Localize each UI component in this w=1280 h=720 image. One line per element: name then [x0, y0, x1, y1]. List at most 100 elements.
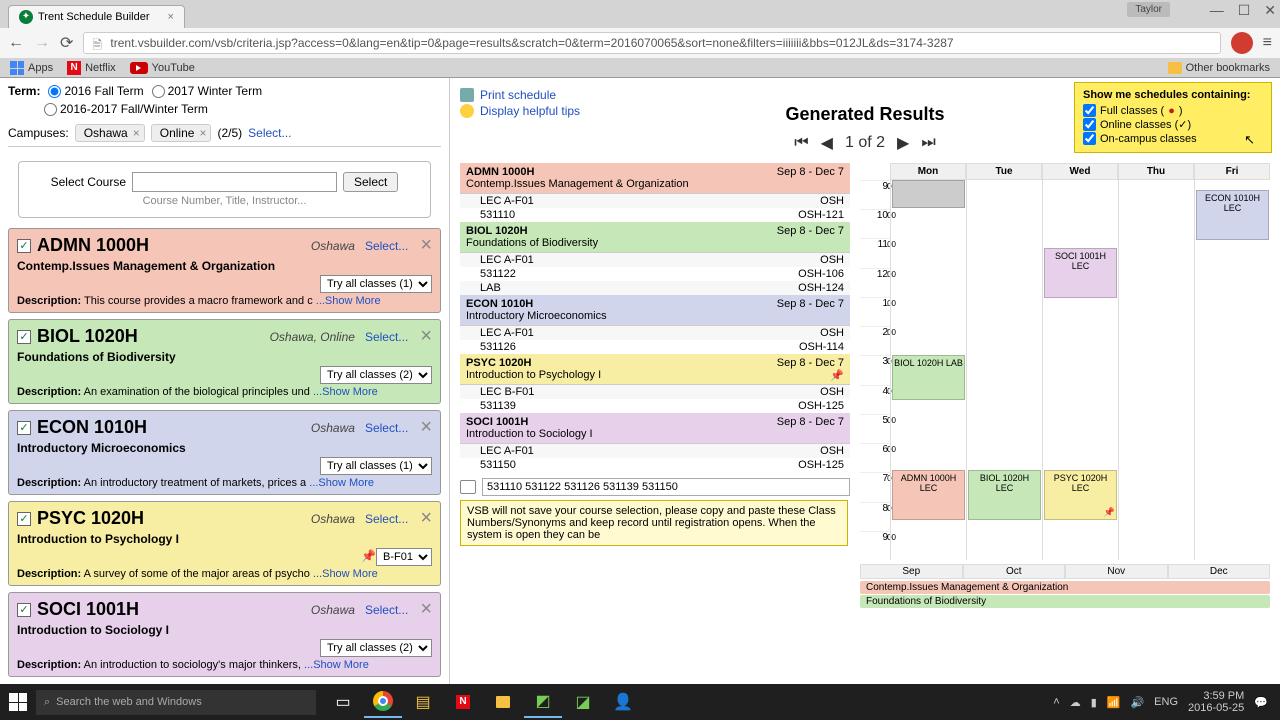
site-info-icon[interactable]: 🗎 — [92, 36, 106, 50]
tray-volume-icon[interactable]: 🔊 — [1130, 696, 1144, 709]
pager-prev-icon[interactable]: ◀ — [821, 133, 833, 153]
print-icon — [460, 88, 474, 102]
course-select-link[interactable]: Select... — [365, 603, 408, 617]
forward-button[interactable]: → — [34, 34, 50, 52]
taskbar-search[interactable]: ⌕Search the web and Windows — [36, 690, 316, 715]
taskbar-explorer[interactable]: ▤ — [404, 686, 442, 718]
schedule-block[interactable]: BIOL 1020HSep 8 - Dec 7 Foundations of B… — [460, 222, 850, 253]
show-more-link[interactable]: ...Show More — [313, 568, 378, 580]
course-checkbox[interactable]: ✓ — [17, 239, 31, 253]
tray-lang[interactable]: ENG — [1154, 696, 1178, 708]
pager-next-icon[interactable]: ▶ — [897, 133, 909, 153]
tray-cloud-icon[interactable]: ☁ — [1070, 696, 1081, 709]
remove-campus-icon[interactable]: × — [199, 126, 206, 140]
tray-notifications-icon[interactable]: 💬 — [1254, 696, 1268, 709]
campus-select-link[interactable]: Select... — [248, 126, 291, 140]
sched-title: Introduction to Sociology I — [466, 428, 844, 440]
filter-online-classes[interactable]: Online classes (✓) — [1083, 118, 1263, 131]
pager-first-icon[interactable]: ⏮ — [794, 134, 808, 152]
remove-course-icon[interactable]: × — [420, 507, 432, 530]
remove-course-icon[interactable]: × — [420, 325, 432, 348]
mini-course-bar[interactable]: Contemp.Issues Management & Organization — [860, 581, 1270, 594]
term-2016-2017-fw[interactable]: 2016-2017 Fall/Winter Term — [44, 102, 208, 116]
chrome-menu-icon[interactable]: ≡ — [1263, 34, 1272, 52]
address-bar[interactable]: 🗎 trent.vsbuilder.com/vsb/criteria.jsp?a… — [83, 32, 1220, 54]
term-2016-fall[interactable]: 2016 Fall Term — [48, 84, 143, 98]
start-button[interactable] — [4, 688, 32, 716]
calendar-event[interactable]: BIOL 1020H LAB — [892, 355, 965, 400]
cart-icon[interactable] — [460, 480, 476, 494]
schedule-block[interactable]: ECON 1010HSep 8 - Dec 7 Introductory Mic… — [460, 295, 850, 326]
chrome-profile-icon[interactable] — [1231, 32, 1253, 54]
taskbar-app[interactable]: ◪ — [564, 686, 602, 718]
calendar-event[interactable]: PSYC 1020H LEC📌 — [1044, 470, 1117, 520]
sched-title: Foundations of Biodiversity — [466, 237, 844, 249]
close-window-button[interactable]: ✕ — [1264, 2, 1276, 19]
print-schedule-link[interactable]: Print schedule — [460, 88, 580, 102]
chrome-icon — [373, 691, 393, 711]
course-search-input[interactable] — [132, 172, 337, 192]
tray-up-icon[interactable]: ˄ — [1053, 696, 1059, 708]
bookmark-apps[interactable]: Apps — [10, 61, 53, 75]
browser-tab[interactable]: ✦ Trent Schedule Builder × — [8, 5, 185, 28]
course-checkbox[interactable]: ✓ — [17, 512, 31, 526]
back-button[interactable]: ← — [8, 34, 24, 52]
course-checkbox[interactable]: ✓ — [17, 603, 31, 617]
course-checkbox[interactable]: ✓ — [17, 421, 31, 435]
taskbar-chrome[interactable] — [364, 686, 402, 718]
minimize-button[interactable]: — — [1210, 2, 1224, 19]
remove-course-icon[interactable]: × — [420, 598, 432, 621]
mini-course-bar[interactable]: Foundations of Biodiversity — [860, 595, 1270, 608]
course-select-link[interactable]: Select... — [365, 330, 408, 344]
course-select-link[interactable]: Select... — [365, 512, 408, 526]
term-2017-winter[interactable]: 2017 Winter Term — [152, 84, 262, 98]
class-select[interactable]: B-F01 — [376, 548, 432, 566]
select-course-button[interactable]: Select — [343, 172, 398, 192]
bookmark-netflix[interactable]: NNetflix — [67, 61, 116, 75]
calendar-event[interactable]: ADMN 1000H LEC — [892, 470, 965, 520]
class-select[interactable]: Try all classes (2) — [320, 639, 432, 657]
taskbar-folder[interactable] — [484, 686, 522, 718]
taskbar-camtasia[interactable]: ◩ — [524, 686, 562, 718]
tray-time[interactable]: 3:59 PM — [1188, 690, 1244, 702]
reload-button[interactable]: ⟳ — [60, 33, 73, 53]
tray-wifi-icon[interactable]: 📶 — [1107, 696, 1121, 709]
bookmark-youtube[interactable]: YouTube — [130, 62, 195, 74]
calendar-event[interactable]: SOCI 1001H LEC — [1044, 248, 1117, 298]
pager-last-icon[interactable]: ⏭ — [921, 134, 935, 152]
show-more-link[interactable]: ...Show More — [309, 477, 374, 489]
show-more-link[interactable]: ...Show More — [304, 659, 369, 671]
calendar-event[interactable] — [892, 180, 965, 208]
class-select[interactable]: Try all classes (1) — [320, 275, 432, 293]
class-select[interactable]: Try all classes (1) — [320, 457, 432, 475]
chrome-user-badge[interactable]: Taylor — [1127, 2, 1170, 17]
task-view-icon[interactable]: ▭ — [324, 686, 362, 718]
calendar-event[interactable]: ECON 1010H LEC — [1196, 190, 1269, 240]
helpful-tips-link[interactable]: Display helpful tips — [460, 104, 580, 118]
schedule-block[interactable]: SOCI 1001HSep 8 - Dec 7 Introduction to … — [460, 413, 850, 444]
course-select-link[interactable]: Select... — [365, 239, 408, 253]
filter-full-classes[interactable]: Full classes (●) — [1083, 104, 1263, 117]
taskbar-netflix[interactable]: N — [444, 686, 482, 718]
schedule-block[interactable]: PSYC 1020HSep 8 - Dec 7 Introduction to … — [460, 354, 850, 385]
remove-campus-icon[interactable]: × — [133, 126, 140, 140]
course-card: ✓ BIOL 1020H Oshawa, Online Select... × … — [8, 319, 441, 404]
remove-course-icon[interactable]: × — [420, 416, 432, 439]
class-select[interactable]: Try all classes (2) — [320, 366, 432, 384]
show-more-link[interactable]: ...Show More — [313, 386, 378, 398]
tray-date[interactable]: 2016-05-25 — [1188, 702, 1244, 714]
windows-taskbar: ⌕Search the web and Windows ▭ ▤ N ◩ ◪ 👤 … — [0, 684, 1280, 720]
crn-input[interactable] — [482, 478, 850, 496]
course-checkbox[interactable]: ✓ — [17, 330, 31, 344]
tab-close-icon[interactable]: × — [168, 11, 174, 23]
schedule-block[interactable]: ADMN 1000HSep 8 - Dec 7 Contemp.Issues M… — [460, 163, 850, 194]
remove-course-icon[interactable]: × — [420, 234, 432, 257]
course-select-link[interactable]: Select... — [365, 421, 408, 435]
tray-battery-icon[interactable]: ▮ — [1091, 696, 1097, 709]
other-bookmarks[interactable]: Other bookmarks — [1168, 62, 1270, 74]
taskbar-app2[interactable]: 👤 — [604, 686, 642, 718]
maximize-button[interactable]: ☐ — [1238, 2, 1251, 19]
calendar-event[interactable]: BIOL 1020H LEC — [968, 470, 1041, 520]
filter-oncampus-classes[interactable]: On-campus classes — [1083, 132, 1263, 145]
show-more-link[interactable]: ...Show More — [316, 295, 381, 307]
